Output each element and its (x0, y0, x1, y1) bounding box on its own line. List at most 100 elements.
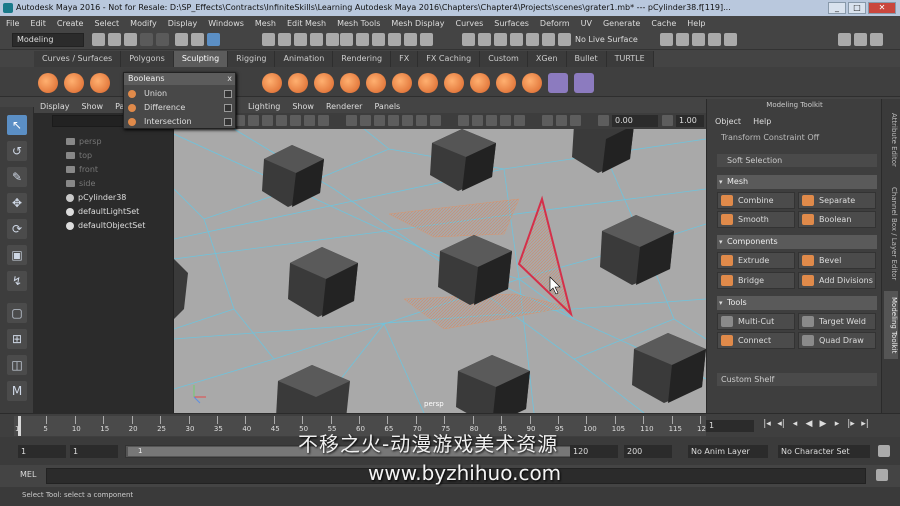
mask-icon-4[interactable] (310, 33, 323, 46)
playback-end-field[interactable]: 120 (570, 445, 618, 458)
extrude-button[interactable]: Extrude (717, 252, 795, 269)
fill-brush-icon[interactable] (496, 73, 516, 93)
mask-icon-2[interactable] (278, 33, 291, 46)
step-back-key-button[interactable]: ◂| (776, 419, 786, 429)
menu-mesh[interactable]: Mesh (255, 19, 276, 28)
boolean-intersection-option-box[interactable] (224, 118, 232, 126)
menu-mesh-display[interactable]: Mesh Display (391, 19, 444, 28)
anim-layer-dropdown[interactable]: No Anim Layer (688, 445, 768, 458)
render-icon[interactable] (478, 33, 491, 46)
xray-icon[interactable] (402, 115, 413, 126)
close-button[interactable]: ✕ (868, 2, 896, 14)
shadows-icon[interactable] (458, 115, 469, 126)
menu-modify[interactable]: Modify (130, 19, 157, 28)
paint-select-tool-icon[interactable]: ✎ (7, 167, 27, 187)
attribute-editor-toggle-icon[interactable] (838, 33, 851, 46)
booleans-title-bar[interactable]: Booleans x (124, 73, 235, 85)
menu-surfaces[interactable]: Surfaces (494, 19, 529, 28)
menu-curves[interactable]: Curves (455, 19, 483, 28)
settings-icon[interactable] (724, 33, 737, 46)
outliner-menu-display[interactable]: Display (40, 102, 70, 111)
add-divisions-button[interactable]: Add Divisions (798, 272, 876, 289)
outliner-menu-show[interactable]: Show (82, 102, 104, 111)
menu-mesh-tools[interactable]: Mesh Tools (337, 19, 380, 28)
grab-brush-icon[interactable] (262, 73, 282, 93)
snap-point-icon[interactable] (372, 33, 385, 46)
shelf-tab-turtle[interactable]: TURTLE (606, 51, 654, 67)
foamy-brush-icon[interactable] (340, 73, 360, 93)
new-scene-icon[interactable] (92, 33, 105, 46)
boolean-difference-option-box[interactable] (224, 104, 232, 112)
boolean-union-item[interactable]: Union (128, 87, 167, 100)
film-gate-icon[interactable] (248, 115, 259, 126)
panel-menu-lighting[interactable]: Lighting (248, 102, 280, 111)
components-section-header[interactable]: Components (717, 235, 877, 249)
default-material-icon[interactable] (374, 115, 385, 126)
outliner-item-side[interactable]: side (66, 177, 95, 191)
outliner-item-defaultobjectset[interactable]: defaultObjectSet (66, 219, 145, 233)
outliner-item-pcylinder38[interactable]: pCylinder38 (66, 191, 126, 205)
shelf-tab-animation[interactable]: Animation (275, 51, 334, 67)
menu-windows[interactable]: Windows (208, 19, 244, 28)
snap-view-icon[interactable] (388, 33, 401, 46)
current-time-marker[interactable] (18, 416, 21, 436)
smooth-button[interactable]: Smooth (717, 211, 795, 228)
shelf-tab-fx-caching[interactable]: FX Caching (418, 51, 481, 67)
quad-draw-button[interactable]: Quad Draw (798, 332, 876, 349)
lights-icon[interactable] (430, 115, 441, 126)
gamma-field[interactable]: 1.00 (676, 115, 704, 127)
step-forward-frame-button[interactable]: ▸ (832, 419, 842, 429)
animation-end-field[interactable]: 200 (624, 445, 672, 458)
freeze-brush-icon[interactable] (548, 73, 568, 93)
reflect-icon[interactable] (692, 33, 705, 46)
imprint-brush-icon[interactable] (418, 73, 438, 93)
transform-constraint-field[interactable]: Transform Constraint Off (721, 133, 819, 142)
snap-curve-icon[interactable] (356, 33, 369, 46)
menu-display[interactable]: Display (168, 19, 198, 28)
bevel-button[interactable]: Bevel (798, 252, 876, 269)
mask-icon-3[interactable] (294, 33, 307, 46)
play-forwards-button[interactable]: ▶ (818, 419, 828, 429)
exposure-icon[interactable] (598, 115, 609, 126)
menu-help[interactable]: Help (687, 19, 705, 28)
menu-select[interactable]: Select (94, 19, 119, 28)
maximize-button[interactable]: □ (848, 2, 866, 14)
mel-label[interactable]: MEL (20, 470, 36, 479)
wireframe-on-shaded-icon[interactable] (388, 115, 399, 126)
play-backwards-button[interactable]: ◀ (804, 419, 814, 429)
tab-attribute-editor[interactable]: Attribute Editor (884, 107, 898, 173)
sculpt-brush-icon[interactable] (38, 73, 58, 93)
outliner-item-defaultlightset[interactable]: defaultLightSet (66, 205, 139, 219)
mesh-section-header[interactable]: Mesh (717, 175, 877, 189)
gamma-icon[interactable] (662, 115, 673, 126)
tab-channel-box[interactable]: Channel Box / Layer Editor (884, 179, 898, 289)
snap-grid-icon[interactable] (340, 33, 353, 46)
select-hierarchy-icon[interactable] (175, 33, 188, 46)
soft-select-icon[interactable] (676, 33, 689, 46)
safe-title-icon[interactable] (318, 115, 329, 126)
xray-joints-icon[interactable] (556, 115, 567, 126)
connect-button[interactable]: Connect (717, 332, 795, 349)
last-tool-icon[interactable]: ↯ (7, 271, 27, 291)
ipr-icon[interactable] (494, 33, 507, 46)
menu-file[interactable]: File (6, 19, 19, 28)
target-weld-button[interactable]: Target Weld (798, 313, 876, 330)
panel-menu-show[interactable]: Show (292, 102, 314, 111)
shelf-tab-custom[interactable]: Custom (480, 51, 528, 67)
tool-settings-toggle-icon[interactable] (854, 33, 867, 46)
spray-brush-icon[interactable] (366, 73, 386, 93)
pinch-brush-icon[interactable] (288, 73, 308, 93)
tools-section-header[interactable]: Tools (717, 296, 877, 310)
shelf-tab-polygons[interactable]: Polygons (121, 51, 174, 67)
shelf-tab-xgen[interactable]: XGen (527, 51, 567, 67)
select-tool-icon[interactable]: ↖ (7, 115, 27, 135)
bridge-button[interactable]: Bridge (717, 272, 795, 289)
snap-surface-icon[interactable] (404, 33, 417, 46)
shelf-tab-bullet[interactable]: Bullet (566, 51, 607, 67)
minimize-button[interactable]: _ (828, 2, 846, 14)
mask-icon-5[interactable] (326, 33, 339, 46)
mtk-menu-object[interactable]: Object (715, 117, 741, 126)
scale-tool-icon[interactable]: ▣ (7, 245, 27, 265)
resolution-gate-icon[interactable] (262, 115, 273, 126)
flatten-brush-icon[interactable] (314, 73, 334, 93)
